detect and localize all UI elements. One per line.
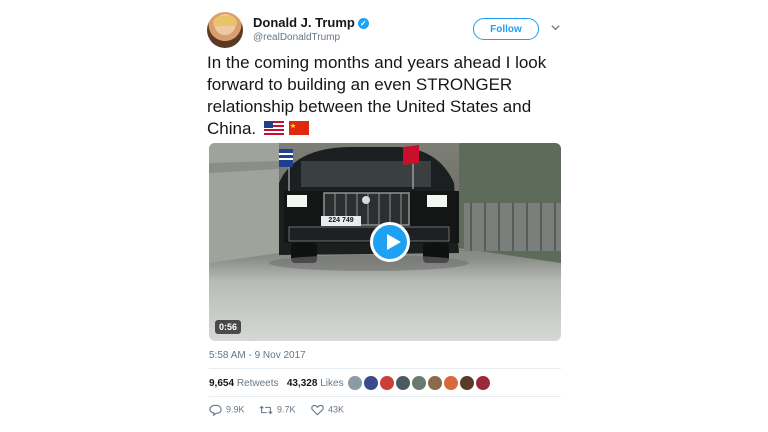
like-count: 43K <box>328 404 345 415</box>
author-handle[interactable]: @realDonaldTrump <box>253 32 340 43</box>
chevron-down-icon[interactable] <box>550 22 561 33</box>
verified-badge-icon: ✓ <box>357 18 369 30</box>
reply-count: 9.9K <box>226 404 245 415</box>
video-player[interactable]: 224 749 0:56 <box>209 143 561 341</box>
avatar[interactable] <box>207 12 243 48</box>
likes-label: Likes <box>320 378 344 389</box>
play-button-icon[interactable] <box>370 222 410 262</box>
like-action[interactable]: 43K <box>311 404 344 416</box>
retweets-label: Retweets <box>236 378 279 389</box>
flag-emojis <box>263 119 309 141</box>
license-plate: 224 749 <box>321 216 361 226</box>
liker-avatar[interactable] <box>347 375 363 391</box>
retweets-count: 9,654 <box>209 378 235 389</box>
engagement-stats: 9,654 Retweets 43,328 Likes <box>209 378 344 389</box>
tweet-card: Donald J. Trump ✓ @realDonaldTrump Follow… <box>207 0 561 432</box>
us-flag-icon <box>263 120 284 135</box>
liker-avatar[interactable] <box>411 375 427 391</box>
heart-icon <box>311 404 324 416</box>
author-name-text[interactable]: Donald J. Trump <box>253 15 355 30</box>
retweet-count: 9.7K <box>277 404 296 415</box>
retweets-stat[interactable]: 9,654 Retweets <box>209 378 279 389</box>
divider <box>209 368 561 369</box>
china-flag-icon <box>288 120 309 135</box>
retweet-action[interactable]: 9.7K <box>259 404 296 416</box>
liker-avatar[interactable] <box>427 375 443 391</box>
follow-button[interactable]: Follow <box>473 18 539 40</box>
likes-count: 43,328 <box>286 378 318 389</box>
reply-action[interactable]: 9.9K <box>209 404 245 417</box>
liker-avatar[interactable] <box>363 375 379 391</box>
retweet-icon <box>259 405 273 415</box>
likes-stat[interactable]: 43,328 Likes <box>287 378 344 389</box>
tweet-timestamp[interactable]: 5:58 AM - 9 Nov 2017 <box>209 350 306 361</box>
reply-icon <box>209 404 222 417</box>
author-name[interactable]: Donald J. Trump ✓ <box>253 15 369 30</box>
liker-avatar[interactable] <box>459 375 475 391</box>
video-duration: 0:56 <box>215 320 242 334</box>
liker-avatar[interactable] <box>475 375 491 391</box>
liker-avatar[interactable] <box>443 375 459 391</box>
tweet-text: In the coming months and years ahead I l… <box>207 52 561 141</box>
tweet-body: In the coming months and years ahead I l… <box>207 53 547 138</box>
liker-avatar[interactable] <box>395 375 411 391</box>
liker-avatar[interactable] <box>379 375 395 391</box>
divider <box>209 396 561 397</box>
